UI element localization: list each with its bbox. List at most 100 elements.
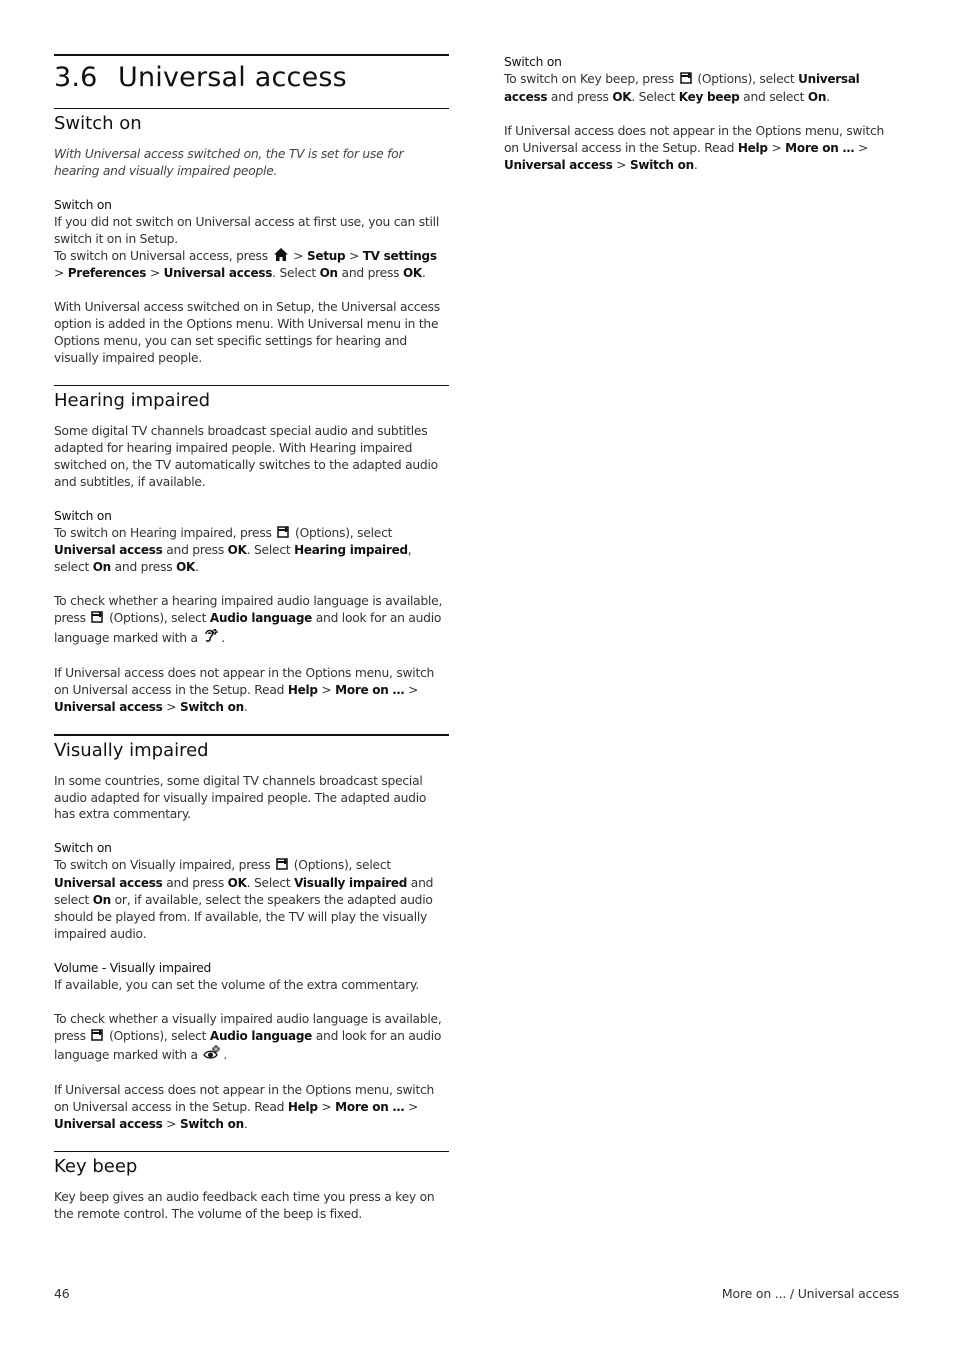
subheading-switch-on: Switch on	[54, 841, 112, 856]
paragraph-instructions: To switch on Visually impaired, press (O…	[54, 857, 449, 943]
text: (Options), select	[697, 71, 795, 86]
options-icon	[91, 611, 104, 628]
section-title-visually-impaired: Visually impaired	[54, 739, 209, 761]
key-ok: OK	[227, 876, 247, 891]
section-rule	[54, 733, 449, 736]
text: >	[321, 1100, 332, 1115]
text: .	[223, 1048, 228, 1063]
option-on: On	[92, 560, 112, 575]
chapter-title: 3.6 Universal access	[54, 61, 449, 95]
text: and press	[550, 89, 609, 104]
subheading-switch-on: Switch on	[54, 197, 112, 212]
footer-breadcrumb: More on ... / Universal access	[721, 1286, 899, 1301]
text: and press	[341, 266, 400, 281]
text: >	[407, 1100, 419, 1115]
menu-more-on: More on …	[785, 140, 855, 155]
subheading-volume: Volume - Visually impaired	[54, 960, 212, 975]
paragraph-instructions: If Universal access does not appear in t…	[54, 1082, 449, 1133]
paragraph-instructions: To switch on Key beep, press (Options), …	[504, 71, 899, 106]
text: >	[349, 248, 360, 263]
menu-visually-impaired: Visually impaired	[294, 876, 408, 891]
menu-switch-on: Switch on	[179, 1117, 244, 1132]
text: >	[54, 266, 65, 281]
text: and press	[166, 543, 224, 558]
key-ok: OK	[227, 543, 247, 558]
menu-more-on: More on …	[335, 682, 405, 697]
paragraph: If you did not switch on Universal acces…	[54, 214, 439, 246]
paragraph: If available, you can set the volume of …	[54, 977, 419, 992]
text: .	[421, 266, 426, 281]
page-number: 46	[54, 1286, 70, 1301]
text: >	[771, 140, 782, 155]
text: . Select	[246, 876, 291, 891]
hearing-impaired-icon	[203, 628, 219, 648]
paragraph-instructions: To check whether a hearing impaired audi…	[54, 593, 449, 648]
menu-audio-language: Audio language	[209, 1028, 313, 1043]
text: >	[321, 682, 332, 697]
menu-preferences: Preferences	[67, 266, 147, 281]
paragraph: In some countries, some digital TV chann…	[54, 773, 427, 822]
section-title-hearing-impaired: Hearing impaired	[54, 389, 211, 411]
right-column: Switch on To switch on Key beep, press (…	[504, 54, 899, 173]
section-rule	[54, 1151, 449, 1153]
text: (Options), select	[109, 1028, 207, 1043]
text: and select	[743, 89, 805, 104]
menu-setup: Setup	[306, 248, 346, 263]
menu-universal-access: Universal access	[163, 266, 273, 281]
text: To switch on Visually impaired, press	[54, 858, 271, 873]
menu-switch-on: Switch on	[179, 699, 244, 714]
text: >	[166, 1117, 177, 1132]
key-ok: OK	[612, 89, 632, 104]
text: .	[243, 699, 248, 714]
section-rule	[54, 384, 449, 386]
text: To switch on Key beep, press	[504, 71, 674, 86]
subheading-switch-on: Switch on	[54, 508, 112, 523]
section-rule	[54, 108, 449, 109]
subheading-switch-on: Switch on	[504, 55, 562, 69]
option-on: On	[807, 89, 827, 104]
option-on: On	[92, 893, 112, 908]
text: .	[195, 560, 199, 575]
text: To switch on Hearing impaired, press	[54, 525, 272, 540]
paragraph-instructions: To switch on Universal access, press > S…	[54, 247, 449, 283]
text: and press	[166, 876, 224, 891]
chapter-rule	[54, 54, 449, 56]
menu-help: Help	[287, 682, 318, 697]
menu-universal-access: Universal access	[54, 699, 163, 714]
paragraph-instructions: If Universal access does not appear in t…	[54, 665, 449, 716]
paragraph: Key beep gives an audio feedback each ti…	[54, 1190, 435, 1221]
text: (Options), select	[109, 611, 207, 626]
paragraph: Some digital TV channels broadcast speci…	[54, 423, 438, 489]
text: (Options), select	[295, 525, 393, 540]
text: .	[826, 89, 830, 104]
menu-universal-access: Universal access	[54, 876, 163, 891]
menu-universal-access: Universal access	[54, 1117, 163, 1132]
menu-key-beep: Key beep	[678, 89, 740, 104]
options-icon	[91, 1028, 104, 1046]
option-on: On	[319, 266, 339, 281]
visually-impaired-icon	[203, 1045, 221, 1065]
chapter-title-text: Universal access	[118, 62, 347, 93]
paragraph-instructions: If Universal access does not appear in t…	[504, 123, 899, 174]
options-icon	[277, 525, 290, 543]
paragraph-instructions: To check whether a visually impaired aud…	[54, 1011, 449, 1066]
menu-hearing-impaired: Hearing impaired	[294, 543, 408, 558]
section-title-key-beep: Key beep	[54, 1156, 138, 1178]
options-icon	[276, 858, 288, 875]
paragraph-instructions: To switch on Hearing impaired, press (Op…	[54, 525, 449, 577]
menu-tv-settings: TV settings	[362, 248, 437, 263]
section-title-switch-on: Switch on	[54, 113, 142, 134]
text: . Select	[272, 266, 316, 281]
menu-universal-access: Universal access	[504, 157, 613, 172]
text: >	[293, 248, 304, 263]
text: .	[693, 157, 698, 172]
text: . Select	[631, 89, 676, 104]
menu-help: Help	[287, 1100, 318, 1115]
text: >	[166, 699, 177, 714]
text: >	[149, 266, 160, 281]
text: To switch on Universal access, press	[54, 248, 268, 263]
text: .	[243, 1117, 248, 1132]
text: .	[221, 631, 226, 646]
menu-more-on: More on …	[335, 1100, 405, 1115]
menu-universal-access: Universal access	[54, 543, 163, 558]
